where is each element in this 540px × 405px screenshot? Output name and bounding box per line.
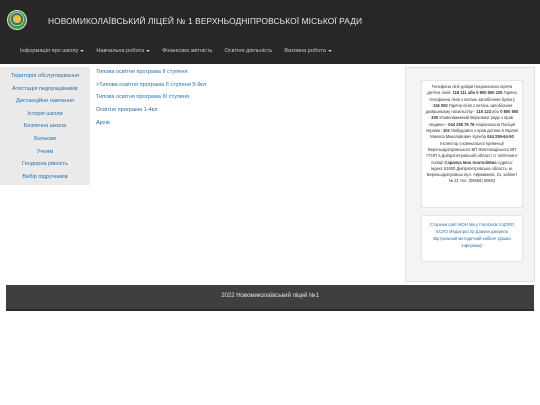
sidebar-item-school-history[interactable]: Історія школи bbox=[0, 108, 90, 121]
sidebar: Територія обслуговування Атестація педпр… bbox=[0, 67, 90, 185]
menu-item-upbringing-work[interactable]: Виховна робота bbox=[278, 48, 337, 54]
top-navbar: НОВОМИКОЛАЇВСЬКИЙ ЛІЦЕЙ № 1 ВЕРХНЬОДНІПР… bbox=[0, 0, 540, 64]
main-content: Типова освітня програма ІІ ступеня >Типо… bbox=[96, 69, 306, 132]
footer: 2022 Новомиколаївський ліцей №1 bbox=[6, 285, 534, 311]
menu-item-educational-work[interactable]: Навчальна робота bbox=[90, 48, 156, 54]
menu-item-school-info[interactable]: Інформація про школу bbox=[14, 48, 90, 54]
useful-links-box[interactable]: Сторінки сайт МОН Ми у Facebook УЦОЯО ЄС… bbox=[421, 215, 523, 262]
right-panel: Телефони лінії довіри Національна гаряча… bbox=[405, 67, 535, 282]
caret-down-icon bbox=[80, 49, 85, 52]
sidebar-item-gender-equality[interactable]: Гендерна рівність bbox=[0, 158, 90, 171]
content-link[interactable]: >Типова освітня програма ІІ ступеня 5-9к… bbox=[96, 82, 306, 95]
sidebar-item-parents[interactable]: Батькам bbox=[0, 133, 90, 146]
sidebar-item-students[interactable]: Учням bbox=[0, 146, 90, 159]
sidebar-item-teacher-attestation[interactable]: Атестація педпрацівників bbox=[0, 83, 90, 96]
caret-down-icon bbox=[327, 49, 332, 52]
sidebar-item-distance-learning[interactable]: Дистанційне навчання bbox=[0, 95, 90, 108]
school-logo-icon[interactable] bbox=[7, 10, 27, 30]
caret-down-icon bbox=[146, 49, 151, 52]
menu-item-financial-reports[interactable]: Фінансова звітність bbox=[156, 48, 218, 54]
useful-links-text[interactable]: Сторінки сайт МОН Ми у Facebook УЦОЯО ЄС… bbox=[430, 222, 514, 248]
content-link[interactable]: Освітня програма 1-4кл bbox=[96, 107, 306, 120]
hotline-info-box: Телефони лінії довіри Національна гаряча… bbox=[421, 80, 523, 208]
main-menu: Інформація про школу Навчальна робота Фі… bbox=[14, 48, 338, 54]
footer-copyright: 2022 Новомиколаївський ліцей №1 bbox=[221, 293, 319, 299]
sidebar-item-safe-school[interactable]: Безпечна школа bbox=[0, 120, 90, 133]
sidebar-item-service-territory[interactable]: Територія обслуговування bbox=[0, 70, 90, 83]
content-link-archive[interactable]: Архів bbox=[96, 120, 306, 133]
content-link[interactable]: Типова освітня програма ІІІ ступеня bbox=[96, 94, 306, 107]
site-title[interactable]: НОВОМИКОЛАЇВСЬКИЙ ЛІЦЕЙ № 1 ВЕРХНЬОДНІПР… bbox=[48, 16, 362, 26]
menu-item-educational-activity[interactable]: Освітня діяльність bbox=[218, 48, 278, 54]
content-link[interactable]: Типова освітня програма ІІ ступеня bbox=[96, 69, 306, 82]
sidebar-item-textbook-choice[interactable]: Вибір підручників bbox=[0, 171, 90, 184]
